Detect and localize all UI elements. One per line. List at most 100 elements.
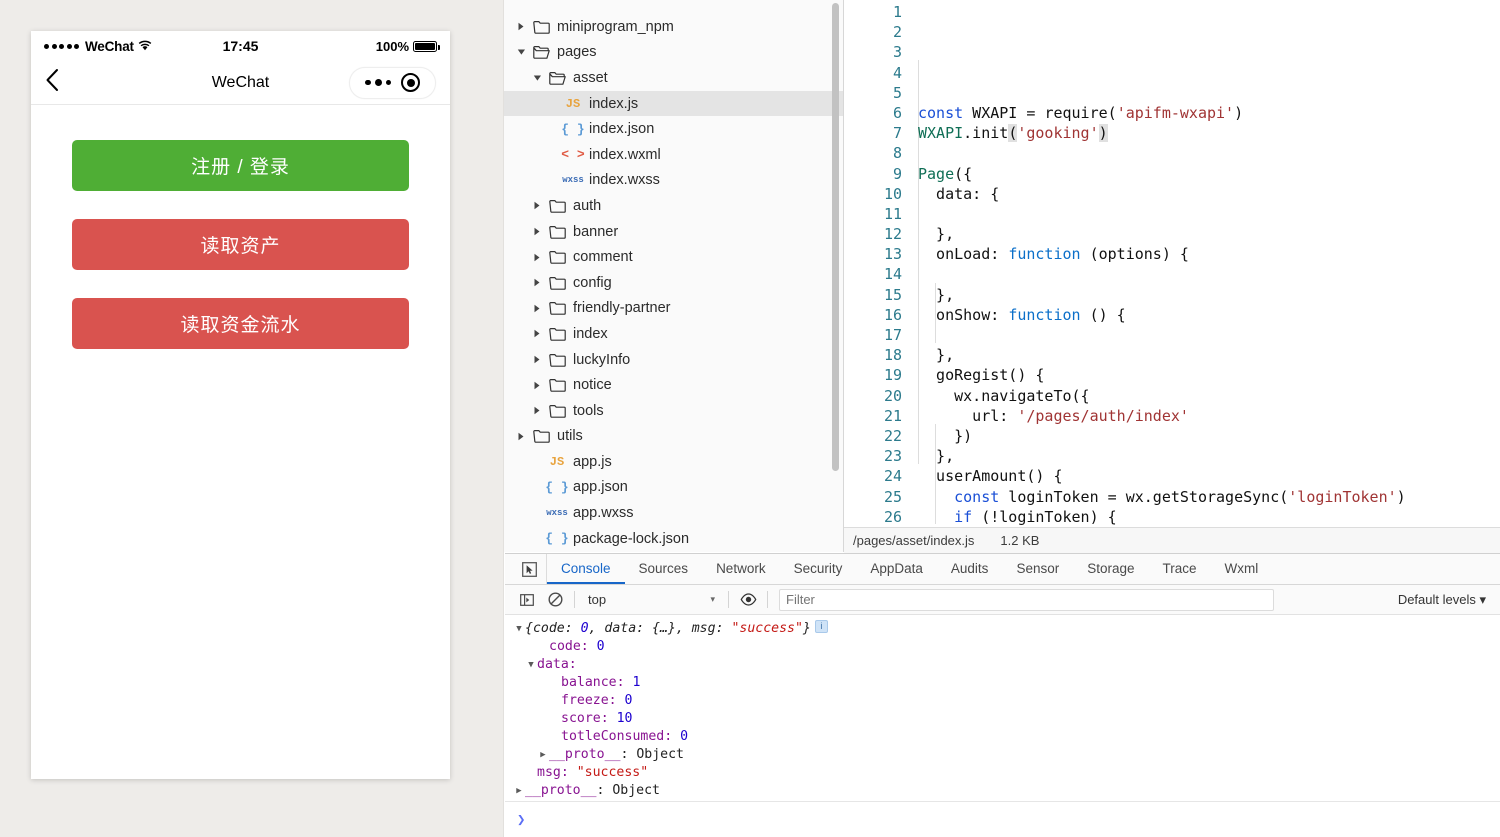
- code-line[interactable]: onShow: function () {: [916, 305, 1500, 325]
- console-line[interactable]: msg: "success": [505, 764, 1500, 782]
- console-levels-dropdown[interactable]: Default levels ▾: [1398, 592, 1500, 608]
- code-line[interactable]: const WXAPI = require('apifm-wxapi'): [916, 103, 1500, 123]
- devtools-tab-sources[interactable]: Sources: [625, 554, 703, 584]
- file-tree-item-notice[interactable]: notice: [504, 372, 843, 398]
- console-input-prompt[interactable]: ❯: [505, 801, 1500, 837]
- console-line[interactable]: ▶ __proto__: Object: [505, 746, 1500, 764]
- chevron-right-icon[interactable]: [530, 253, 544, 262]
- chevron-right-icon[interactable]: [530, 355, 544, 364]
- file-tree[interactable]: miniprogram_npm pages asset JS index.js{ } in…: [504, 0, 843, 552]
- console-line[interactable]: freeze: 0: [505, 692, 1500, 710]
- console-output[interactable]: ▼ {code: 0, data: {…}, msg: "success"} i co…: [505, 615, 1500, 801]
- console-line[interactable]: code: 0: [505, 638, 1500, 656]
- console-filter-input[interactable]: [779, 588, 1274, 611]
- file-tree-item-auth[interactable]: auth: [504, 193, 843, 219]
- disclosure-open-icon[interactable]: ▼: [513, 620, 525, 638]
- code-line[interactable]: url: '/pages/auth/index': [916, 406, 1500, 426]
- file-tree-item-app-wxss[interactable]: wxss app.wxss: [504, 500, 843, 526]
- file-tree-item-friendly-partner[interactable]: friendly-partner: [504, 296, 843, 322]
- code-line[interactable]: Page({: [916, 164, 1500, 184]
- file-tree-item-banner[interactable]: banner: [504, 219, 843, 245]
- code-line[interactable]: WXAPI.init('gooking'): [916, 123, 1500, 143]
- file-tree-item-index[interactable]: index: [504, 321, 843, 347]
- devtools-tabbar[interactable]: Console Sources Network Security AppData Audi…: [505, 554, 1500, 585]
- chevron-right-icon[interactable]: [530, 406, 544, 415]
- console-line[interactable]: ▼ data:: [505, 656, 1500, 674]
- code-line[interactable]: [916, 265, 1500, 285]
- register-login-button[interactable]: 注册 / 登录: [72, 140, 409, 191]
- cursor-select-icon[interactable]: [513, 554, 547, 584]
- console-line[interactable]: balance: 1: [505, 674, 1500, 692]
- file-tree-item-app-js[interactable]: JS app.js: [504, 449, 843, 475]
- devtools-tab-appdata[interactable]: AppData: [856, 554, 937, 584]
- chevron-right-icon[interactable]: [530, 381, 544, 390]
- file-tree-item-asset[interactable]: asset: [504, 65, 843, 91]
- devtools-tab-console[interactable]: Console: [547, 554, 625, 584]
- console-context-select[interactable]: top ▾: [580, 592, 723, 607]
- console-line[interactable]: ▼ {code: 0, data: {…}, msg: "success"} i: [505, 620, 1500, 638]
- disclosure-closed-icon[interactable]: ▶: [537, 746, 549, 764]
- code-line[interactable]: if (!loginToken) {: [916, 507, 1500, 527]
- console-line[interactable]: score: 10: [505, 710, 1500, 728]
- code-line[interactable]: const loginToken = wx.getStorageSync('lo…: [916, 487, 1500, 507]
- chevron-right-icon[interactable]: [530, 201, 544, 210]
- code-editor[interactable]: 1 2 3 4 5 6 7 8 9 10 11 12 13 14 15 16 17 18 19 20 21 22 23 24 2…: [844, 0, 1500, 527]
- chevron-right-icon[interactable]: [530, 227, 544, 236]
- code-line[interactable]: [916, 143, 1500, 163]
- devtools-tab-trace[interactable]: Trace: [1149, 554, 1211, 584]
- code-line[interactable]: },: [916, 446, 1500, 466]
- wechat-capsule-buttons[interactable]: [349, 66, 436, 99]
- chevron-right-icon[interactable]: [514, 22, 528, 31]
- code-content[interactable]: const WXAPI = require('apifm-wxapi') WXAP…: [916, 0, 1500, 527]
- chevron-right-icon[interactable]: [530, 329, 544, 338]
- devtools-tab-audits[interactable]: Audits: [937, 554, 1003, 584]
- file-tree-item-pages[interactable]: pages: [504, 40, 843, 66]
- code-line[interactable]: },: [916, 345, 1500, 365]
- file-tree-item-utils[interactable]: utils: [504, 424, 843, 450]
- file-tree-item-index-wxss[interactable]: wxss index.wxss: [504, 168, 843, 194]
- code-line[interactable]: [916, 204, 1500, 224]
- file-tree-item-package-lock-json[interactable]: { } package-lock.json: [504, 526, 843, 552]
- chevron-down-icon[interactable]: [530, 74, 544, 82]
- file-tree-scrollbar[interactable]: [832, 3, 839, 471]
- file-tree-item-index-json[interactable]: { } index.json: [504, 116, 843, 142]
- file-tree-item-miniprogram-npm[interactable]: miniprogram_npm: [504, 14, 843, 40]
- file-tree-item-comment[interactable]: comment: [504, 244, 843, 270]
- console-line[interactable]: ▶ __proto__: Object: [505, 782, 1500, 800]
- disclosure-open-icon[interactable]: ▼: [525, 656, 537, 674]
- file-tree-item-luckyinfo[interactable]: luckyInfo: [504, 347, 843, 373]
- file-tree-item-tools[interactable]: tools: [504, 398, 843, 424]
- back-button[interactable]: [45, 68, 59, 97]
- console-line[interactable]: totleConsumed: 0: [505, 728, 1500, 746]
- read-asset-button[interactable]: 读取资产: [72, 219, 409, 270]
- code-line[interactable]: onLoad: function (options) {: [916, 244, 1500, 264]
- show-console-sidebar-icon[interactable]: [513, 586, 541, 614]
- code-line[interactable]: data: {: [916, 184, 1500, 204]
- devtools-tab-storage[interactable]: Storage: [1073, 554, 1148, 584]
- chevron-right-icon[interactable]: [514, 432, 528, 441]
- code-line[interactable]: wx.navigateTo({: [916, 386, 1500, 406]
- disclosure-closed-icon[interactable]: ▶: [513, 782, 525, 800]
- more-dots-icon[interactable]: [365, 79, 391, 86]
- file-tree-item-app-json[interactable]: { } app.json: [504, 475, 843, 501]
- code-line[interactable]: },: [916, 285, 1500, 305]
- file-tree-item-config[interactable]: config: [504, 270, 843, 296]
- clear-console-icon[interactable]: [541, 586, 569, 614]
- code-line[interactable]: }): [916, 426, 1500, 446]
- chevron-right-icon[interactable]: [530, 278, 544, 287]
- file-tree-item-index-js[interactable]: JS index.js: [504, 90, 843, 117]
- code-line[interactable]: [916, 325, 1500, 345]
- read-cashflow-button[interactable]: 读取资金流水: [72, 298, 409, 349]
- code-line[interactable]: userAmount() {: [916, 466, 1500, 486]
- file-tree-item-index-wxml[interactable]: < > index.wxml: [504, 142, 843, 168]
- chevron-right-icon[interactable]: [530, 304, 544, 313]
- devtools-tab-wxml[interactable]: Wxml: [1211, 554, 1273, 584]
- live-expression-icon[interactable]: [734, 586, 762, 614]
- chevron-down-icon[interactable]: [514, 48, 528, 56]
- devtools-tab-sensor[interactable]: Sensor: [1002, 554, 1073, 584]
- devtools-tab-security[interactable]: Security: [780, 554, 857, 584]
- target-circle-icon[interactable]: [401, 73, 420, 92]
- devtools-tab-network[interactable]: Network: [702, 554, 780, 584]
- code-line[interactable]: },: [916, 224, 1500, 244]
- code-line[interactable]: goRegist() {: [916, 365, 1500, 385]
